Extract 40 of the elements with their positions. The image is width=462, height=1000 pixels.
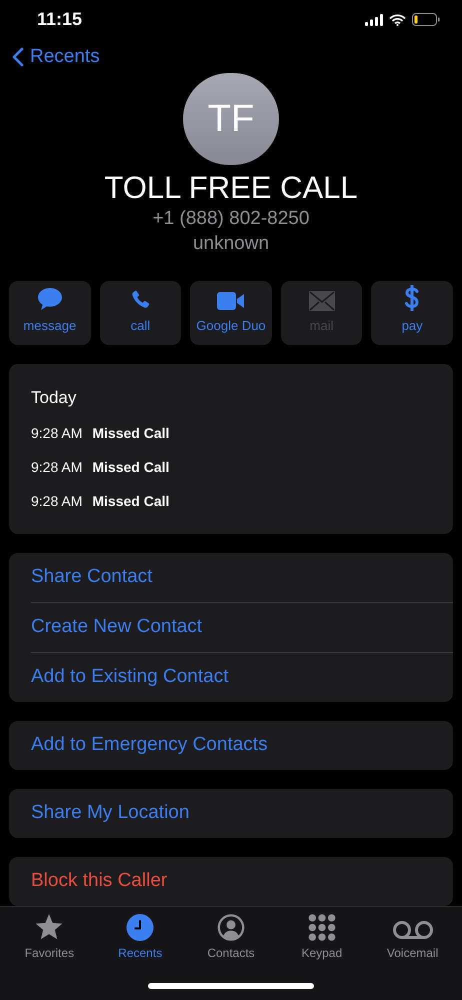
option-link[interactable]: Share My Location xyxy=(31,789,453,838)
tab[interactable]: Favorites xyxy=(4,914,95,962)
tab[interactable]: Contacts xyxy=(186,914,276,962)
back-button[interactable]: Recents xyxy=(12,42,100,72)
action-button[interactable]: message xyxy=(9,281,91,345)
phone-number: +1 (888) 802-8250 xyxy=(152,207,310,231)
action-button[interactable]: pay xyxy=(371,281,453,345)
call-time: 9:28 AM xyxy=(31,458,82,476)
envelope-icon xyxy=(308,290,335,310)
signal-icon xyxy=(365,14,383,26)
speech-bubble-icon xyxy=(36,286,63,310)
battery-icon xyxy=(412,13,440,26)
day-heading: Today xyxy=(31,388,78,408)
option-link[interactable]: Create New Contact xyxy=(31,603,453,652)
tab[interactable]: Keypad xyxy=(276,914,368,962)
status-time: 11:15 xyxy=(37,8,82,32)
call-time: 9:28 AM xyxy=(31,492,82,510)
dollar-sign-icon xyxy=(404,284,420,310)
phone-label: unknown xyxy=(192,232,270,256)
call-type: Missed Call xyxy=(92,424,170,442)
tab[interactable]: Recents xyxy=(94,914,186,962)
call-time: 9:28 AM xyxy=(31,424,82,442)
call-type: Missed Call xyxy=(92,492,170,510)
action-button[interactable]: Google Duo xyxy=(190,281,272,345)
option-link[interactable]: Share Contact xyxy=(31,553,453,602)
option-link[interactable]: Block this Caller xyxy=(31,857,453,906)
voicemail-icon xyxy=(392,919,434,941)
wifi-icon xyxy=(389,14,406,26)
clock-icon xyxy=(125,914,156,941)
option-link[interactable]: Add to Existing Contact xyxy=(31,653,453,702)
keypad-icon xyxy=(308,914,336,941)
video-camera-icon xyxy=(216,290,245,310)
action-button[interactable]: call xyxy=(100,281,182,345)
avatar: TF xyxy=(183,73,279,165)
call-type: Missed Call xyxy=(92,458,170,476)
contact-name: TOLL FREE CALL xyxy=(104,169,358,207)
tab[interactable]: Voicemail xyxy=(367,914,458,962)
chevron-left-icon xyxy=(12,47,24,68)
option-link[interactable]: Add to Emergency Contacts xyxy=(31,721,453,770)
person-circle-icon xyxy=(216,914,246,941)
